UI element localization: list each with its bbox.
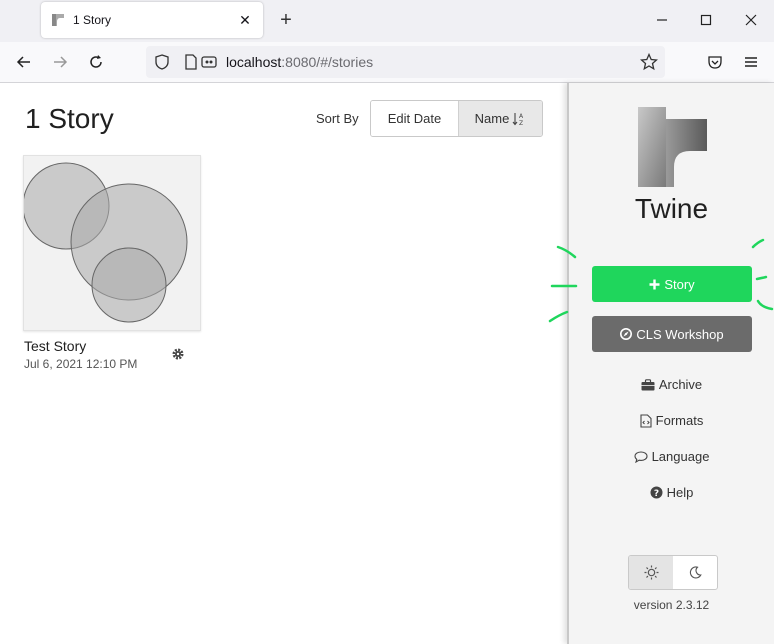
browser-tab[interactable]: 1 Story ✕ (41, 2, 263, 38)
story-name[interactable]: Test Story (24, 338, 86, 354)
file-code-icon (640, 413, 652, 428)
browser-navbar: localhost:8080/#/stories (0, 42, 774, 83)
theme-toggle-group (628, 555, 718, 590)
svg-text:A: A (519, 113, 524, 120)
page-icon[interactable] (184, 54, 198, 70)
twine-logo-icon (638, 107, 707, 187)
sidebar: Twine Story CLS Workshop Archive Formats… (567, 83, 774, 644)
url-bar[interactable]: localhost:8080/#/stories (146, 46, 665, 78)
sun-icon (644, 565, 658, 580)
version-text: version 2.3.12 (633, 598, 710, 612)
maximize-icon[interactable] (696, 10, 716, 30)
page-title: 1 Story (25, 103, 114, 134)
plus-icon (649, 279, 660, 290)
sort-by-name-button[interactable]: Name A Z (457, 101, 542, 136)
story-edit-date: Jul 6, 2021 12:10 PM (24, 357, 138, 371)
sort-label: Sort By (316, 111, 359, 126)
shield-icon[interactable] (154, 54, 170, 70)
sort-by-edit-date-button[interactable]: Edit Date (371, 101, 458, 136)
back-icon[interactable] (12, 50, 36, 74)
close-tab-icon[interactable]: ✕ (237, 12, 253, 29)
minimize-icon[interactable] (652, 10, 672, 30)
gear-icon[interactable] (171, 347, 185, 361)
story-card-preview[interactable] (22, 155, 201, 331)
sort-alpha-icon: A Z (512, 112, 524, 126)
archive-link[interactable]: Archive (569, 377, 774, 392)
new-story-button[interactable]: Story (592, 266, 752, 302)
tab-title: 1 Story (73, 13, 112, 27)
forward-icon[interactable] (48, 50, 72, 74)
story-preview-graphic (22, 162, 188, 323)
sort-button-group: Edit Date Name A Z (370, 100, 543, 137)
formats-link[interactable]: Formats (569, 413, 774, 428)
svg-text:?: ? (654, 489, 659, 499)
dark-theme-button[interactable] (673, 556, 717, 589)
twine-favicon-icon (52, 14, 64, 26)
brand-name: Twine (634, 193, 709, 224)
reload-icon[interactable] (84, 50, 108, 74)
comment-icon (634, 450, 648, 463)
moon-icon (689, 566, 702, 579)
new-tab-icon[interactable]: + (276, 8, 296, 32)
svg-text:Z: Z (519, 120, 523, 126)
close-window-icon[interactable] (741, 10, 761, 30)
cls-workshop-button[interactable]: CLS Workshop (592, 316, 752, 352)
menu-icon[interactable] (739, 50, 763, 74)
help-link[interactable]: ? Help (569, 485, 774, 500)
bookmark-star-icon[interactable] (640, 53, 658, 71)
story-library: 1 Story Sort By Edit Date Name A Z Test … (0, 83, 567, 644)
language-link[interactable]: Language (569, 449, 774, 464)
light-theme-button[interactable] (629, 556, 673, 589)
url-text: localhost:8080/#/stories (226, 54, 374, 70)
browser-tabstrip: 1 Story ✕ + (0, 0, 774, 42)
question-circle-icon: ? (650, 486, 663, 499)
briefcase-icon (641, 378, 655, 391)
compass-icon (620, 328, 633, 340)
permissions-icon[interactable] (200, 53, 218, 71)
pocket-icon[interactable] (703, 50, 727, 74)
